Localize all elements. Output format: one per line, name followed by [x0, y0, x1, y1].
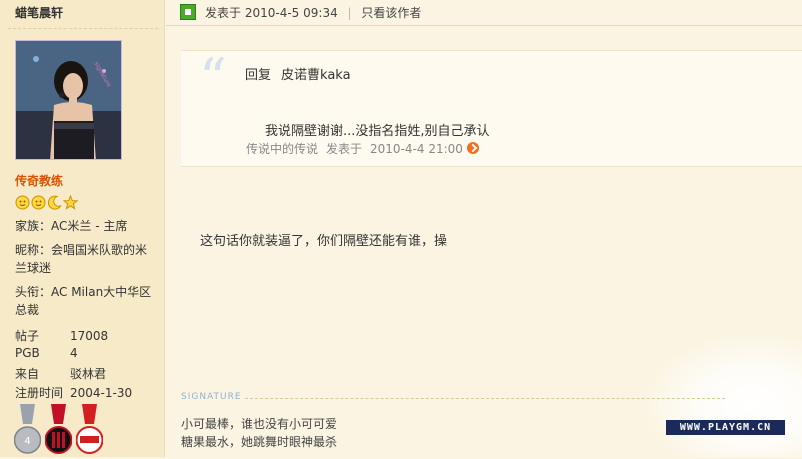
posted-label: 发表于	[205, 6, 242, 20]
stat-label: 帖子	[15, 329, 40, 343]
user-nickname: 昵称：会唱国米队歌的米兰球迷	[15, 243, 148, 275]
quote-text: 我说隔壁谢谢...没指名指姓,别自己承认	[265, 124, 490, 139]
quote-author: 传说中的传说	[246, 142, 319, 156]
medals: 4	[13, 404, 104, 456]
moon-icon	[47, 195, 62, 213]
stat-value: 驳林君	[70, 367, 107, 381]
goto-post-icon[interactable]	[466, 142, 479, 154]
user-panel: 蜡笔晨轩 signature 传奇教练 家族：AC米兰 - 主席 昵称：会唱国米…	[0, 0, 165, 457]
quote-meta: 传说中的传说 发表于 2010-4-4 21:00	[246, 140, 479, 157]
signature-line: 小可最棒，谁也没有小可可爱	[181, 417, 338, 431]
level-icons	[15, 194, 79, 213]
stat-label: 来自	[15, 367, 40, 381]
posted-time: 2010-4-5 09:34	[244, 6, 338, 20]
signature-label: SIGNATURE	[181, 392, 242, 402]
stat-from: 来自 驳林君	[15, 365, 106, 382]
meta-separator: |	[347, 6, 352, 20]
site-watermark: WWW.PLAYGM.CN	[666, 420, 785, 435]
arsenal-medal-icon[interactable]	[75, 404, 104, 456]
silver-medal-icon[interactable]: 4	[13, 404, 42, 456]
quote-reply-line: 回复 皮诺曹kaka	[245, 64, 351, 83]
stat-value: 2004-1-30	[70, 386, 133, 400]
svg-text:4: 4	[24, 436, 30, 447]
stat-label: 注册时间	[15, 386, 64, 400]
post-meta: 发表于 2010-4-5 09:34 | 只看该作者	[205, 4, 421, 21]
stat-value: 4	[70, 346, 78, 360]
sun-icon	[15, 195, 30, 213]
quote-time: 2010-4-4 21:00	[370, 142, 463, 156]
stat-posts: 帖子 17008	[15, 327, 108, 344]
post-icon	[180, 4, 196, 20]
quote-posted-label: 发表于	[326, 142, 363, 156]
username-link[interactable]: 蜡笔晨轩	[15, 4, 63, 21]
watermark-glow	[640, 330, 802, 457]
user-family: 家族：AC米兰 - 主席	[15, 219, 128, 233]
divider	[8, 28, 158, 29]
stat-pgb: PGB 4	[15, 346, 78, 360]
sun-icon	[31, 195, 46, 213]
ac-milan-medal-icon[interactable]	[44, 404, 73, 456]
post-message: 这句话你就装逼了，你们隔壁还能有谁，操	[200, 234, 448, 249]
quote-mark-icon: “	[199, 47, 227, 110]
reply-label: 回复	[245, 68, 272, 83]
stat-value: 17008	[70, 329, 109, 343]
avatar[interactable]: signature	[15, 40, 122, 160]
reply-to-user[interactable]: 皮诺曹kaka	[281, 68, 351, 83]
stat-label: PGB	[15, 346, 40, 360]
star-icon	[62, 194, 79, 213]
user-rank: 传奇教练	[15, 174, 64, 188]
only-author-link[interactable]: 只看该作者	[361, 6, 421, 20]
signature-line: 糖果最水，她跳舞时眼神最杀	[181, 435, 338, 449]
stat-registered: 注册时间 2004-1-30	[15, 384, 132, 401]
user-title: 头衔：AC Milan大中华区总裁	[15, 285, 152, 317]
signature-divider	[245, 398, 725, 399]
